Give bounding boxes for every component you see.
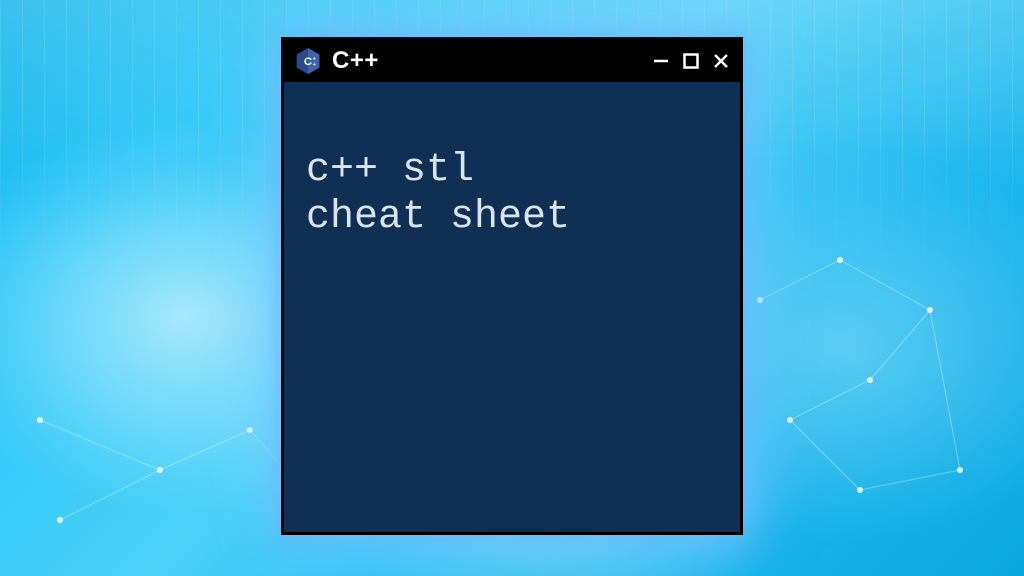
- minimize-button[interactable]: [652, 52, 670, 70]
- maximize-button[interactable]: [682, 52, 700, 70]
- window-controls: [652, 52, 730, 70]
- svg-text:C: C: [304, 56, 312, 68]
- terminal-window: C + + C++ c++ stl cheat sheet: [281, 37, 743, 535]
- titlebar[interactable]: C + + C++: [284, 40, 740, 82]
- cpp-hex-icon: C + +: [294, 47, 322, 75]
- close-button[interactable]: [712, 52, 730, 70]
- content-text: c++ stl cheat sheet: [306, 148, 570, 240]
- terminal-body: c++ stl cheat sheet: [284, 82, 740, 532]
- window-title: C++: [332, 47, 379, 75]
